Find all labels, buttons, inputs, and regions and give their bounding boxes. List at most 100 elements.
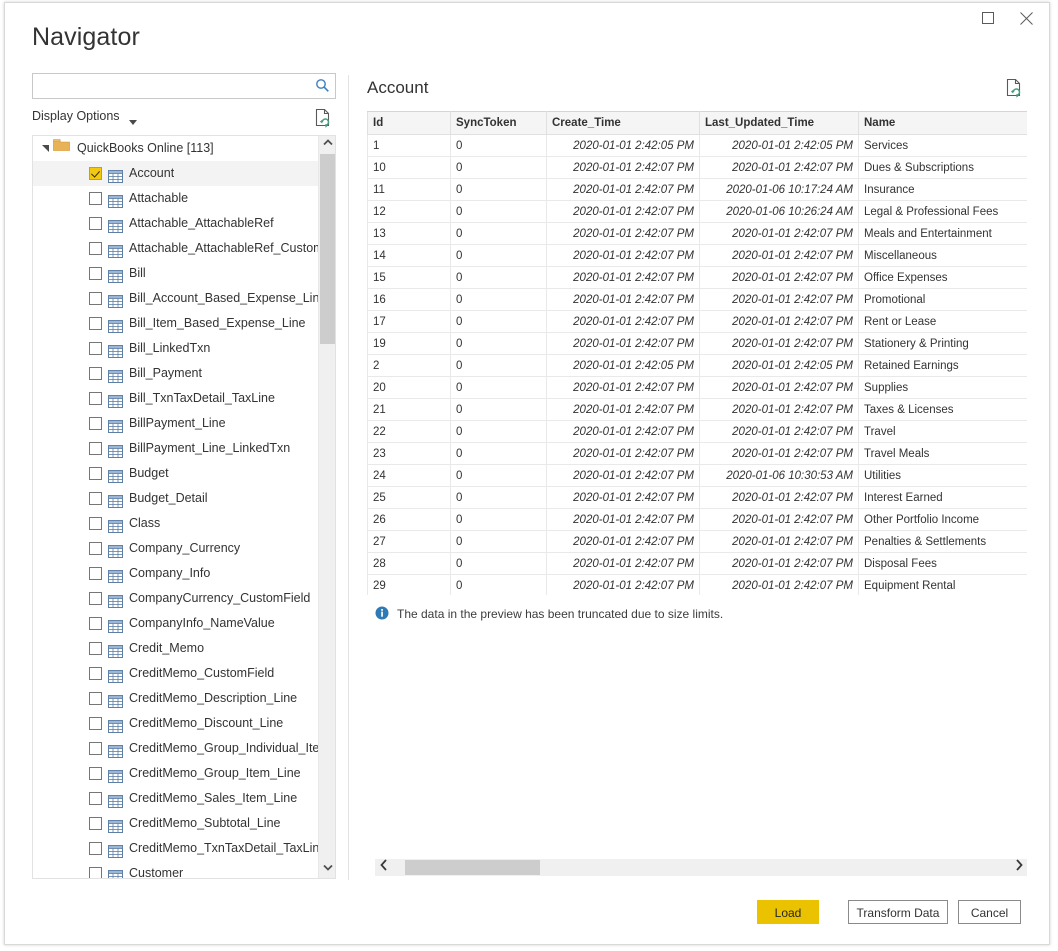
tree-item-checkbox[interactable] <box>89 317 102 330</box>
table-row[interactable]: 2902020-01-01 2:42:07 PM2020-01-01 2:42:… <box>368 575 1028 596</box>
tree-item-creditmemo-group-individual-item-li[interactable]: CreditMemo_Group_Individual_Item_Li... <box>33 736 335 761</box>
tree-item-checkbox[interactable] <box>89 842 102 855</box>
tree-item-account[interactable]: Account <box>33 161 335 186</box>
search-box[interactable] <box>32 73 336 99</box>
display-options-button[interactable]: Display Options <box>32 109 120 123</box>
tree-item-checkbox[interactable] <box>89 667 102 680</box>
tree-root-row[interactable]: QuickBooks Online [113] <box>33 136 335 161</box>
search-input[interactable] <box>37 76 313 98</box>
tree-item-creditmemo-discount-line[interactable]: CreditMemo_Discount_Line <box>33 711 335 736</box>
table-row[interactable]: 2402020-01-01 2:42:07 PM2020-01-06 10:30… <box>368 465 1028 487</box>
tree-item-checkbox[interactable] <box>89 242 102 255</box>
tree-item-credit-memo[interactable]: Credit_Memo <box>33 636 335 661</box>
tree-item-checkbox[interactable] <box>89 517 102 530</box>
table-row[interactable]: 1002020-01-01 2:42:07 PM2020-01-01 2:42:… <box>368 157 1028 179</box>
table-row[interactable]: 1902020-01-01 2:42:07 PM2020-01-01 2:42:… <box>368 333 1028 355</box>
column-header-create_time[interactable]: Create_Time <box>547 112 700 135</box>
column-header-name[interactable]: Name <box>859 112 1028 135</box>
tree-scrollbar-thumb[interactable] <box>320 154 335 344</box>
tree-item-attachable[interactable]: Attachable <box>33 186 335 211</box>
tree-item-creditmemo-txntaxdetail-taxline[interactable]: CreditMemo_TxnTaxDetail_TaxLine <box>33 836 335 861</box>
tree-item-checkbox[interactable] <box>89 392 102 405</box>
tree-item-company-info[interactable]: Company_Info <box>33 561 335 586</box>
tree-item-checkbox[interactable] <box>89 592 102 605</box>
tree-item-checkbox[interactable] <box>89 417 102 430</box>
tree-item-checkbox[interactable] <box>89 442 102 455</box>
tree-item-bill-item-based-expense-line[interactable]: Bill_Item_Based_Expense_Line <box>33 311 335 336</box>
tree-item-bill-linkedtxn[interactable]: Bill_LinkedTxn <box>33 336 335 361</box>
search-icon[interactable] <box>315 78 330 96</box>
tree-item-checkbox[interactable] <box>89 642 102 655</box>
tree-item-creditmemo-description-line[interactable]: CreditMemo_Description_Line <box>33 686 335 711</box>
tree-item-checkbox[interactable] <box>89 692 102 705</box>
table-row[interactable]: 2702020-01-01 2:42:07 PM2020-01-01 2:42:… <box>368 531 1028 553</box>
load-button[interactable]: Load <box>757 900 819 924</box>
refresh-page-icon[interactable] <box>314 108 332 131</box>
table-row[interactable]: 1502020-01-01 2:42:07 PM2020-01-01 2:42:… <box>368 267 1028 289</box>
tree-item-checkbox[interactable] <box>89 617 102 630</box>
tree-item-bill-account-based-expense-line[interactable]: Bill_Account_Based_Expense_Line <box>33 286 335 311</box>
table-row[interactable]: 2602020-01-01 2:42:07 PM2020-01-01 2:42:… <box>368 509 1028 531</box>
scroll-down-icon[interactable] <box>319 861 336 878</box>
table-row[interactable]: 1402020-01-01 2:42:07 PM2020-01-01 2:42:… <box>368 245 1028 267</box>
tree-item-budget[interactable]: Budget <box>33 461 335 486</box>
close-button[interactable] <box>1009 5 1043 31</box>
tree-item-class[interactable]: Class <box>33 511 335 536</box>
refresh-page-icon[interactable] <box>1005 78 1023 101</box>
tree-item-creditmemo-group-item-line[interactable]: CreditMemo_Group_Item_Line <box>33 761 335 786</box>
table-row[interactable]: 1202020-01-01 2:42:07 PM2020-01-06 10:26… <box>368 201 1028 223</box>
maximize-button[interactable] <box>971 5 1005 31</box>
tree-item-billpayment-line[interactable]: BillPayment_Line <box>33 411 335 436</box>
table-row[interactable]: 2302020-01-01 2:42:07 PM2020-01-01 2:42:… <box>368 443 1028 465</box>
tree-item-checkbox[interactable] <box>89 867 102 879</box>
table-row[interactable]: 2802020-01-01 2:42:07 PM2020-01-01 2:42:… <box>368 553 1028 575</box>
object-tree[interactable]: QuickBooks Online [113]AccountAttachable… <box>32 135 336 879</box>
scroll-up-icon[interactable] <box>319 136 336 153</box>
tree-item-checkbox[interactable] <box>89 542 102 555</box>
tree-item-checkbox[interactable] <box>89 817 102 830</box>
tree-item-company-currency[interactable]: Company_Currency <box>33 536 335 561</box>
tree-item-checkbox[interactable] <box>89 742 102 755</box>
table-row[interactable]: 202020-01-01 2:42:05 PM2020-01-01 2:42:0… <box>368 355 1028 377</box>
table-row[interactable]: 1102020-01-01 2:42:07 PM2020-01-06 10:17… <box>368 179 1028 201</box>
table-row[interactable]: 1302020-01-01 2:42:07 PM2020-01-01 2:42:… <box>368 223 1028 245</box>
table-row[interactable]: 2002020-01-01 2:42:07 PM2020-01-01 2:42:… <box>368 377 1028 399</box>
table-row[interactable]: 2502020-01-01 2:42:07 PM2020-01-01 2:42:… <box>368 487 1028 509</box>
chevron-down-icon[interactable] <box>129 114 137 128</box>
column-header-synctoken[interactable]: SyncToken <box>451 112 547 135</box>
tree-vertical-scrollbar[interactable] <box>318 136 335 878</box>
tree-item-budget-detail[interactable]: Budget_Detail <box>33 486 335 511</box>
scroll-right-icon[interactable] <box>1010 859 1027 876</box>
tree-item-attachable-attachableref-customfield[interactable]: Attachable_AttachableRef_CustomField <box>33 236 335 261</box>
tree-item-bill-payment[interactable]: Bill_Payment <box>33 361 335 386</box>
preview-horizontal-scrollbar[interactable] <box>375 859 1027 876</box>
tree-item-checkbox[interactable] <box>89 717 102 730</box>
table-row[interactable]: 1602020-01-01 2:42:07 PM2020-01-01 2:42:… <box>368 289 1028 311</box>
tree-item-attachable-attachableref[interactable]: Attachable_AttachableRef <box>33 211 335 236</box>
tree-item-creditmemo-sales-item-line[interactable]: CreditMemo_Sales_Item_Line <box>33 786 335 811</box>
tree-item-billpayment-line-linkedtxn[interactable]: BillPayment_Line_LinkedTxn <box>33 436 335 461</box>
cancel-button[interactable]: Cancel <box>958 900 1021 924</box>
tree-item-checkbox[interactable] <box>89 467 102 480</box>
table-row[interactable]: 2202020-01-01 2:42:07 PM2020-01-01 2:42:… <box>368 421 1028 443</box>
tree-item-checkbox[interactable] <box>89 342 102 355</box>
tree-item-checkbox[interactable] <box>89 567 102 580</box>
scroll-left-icon[interactable] <box>375 859 392 876</box>
tree-item-companycurrency-customfield[interactable]: CompanyCurrency_CustomField <box>33 586 335 611</box>
tree-item-customer[interactable]: Customer <box>33 861 335 879</box>
table-row[interactable]: 102020-01-01 2:42:05 PM2020-01-01 2:42:0… <box>368 135 1028 157</box>
column-header-last_updated_time[interactable]: Last_Updated_Time <box>700 112 859 135</box>
tree-item-checkbox[interactable] <box>89 292 102 305</box>
tree-item-checkbox[interactable] <box>89 767 102 780</box>
table-row[interactable]: 1702020-01-01 2:42:07 PM2020-01-01 2:42:… <box>368 311 1028 333</box>
transform-data-button[interactable]: Transform Data <box>848 900 948 924</box>
tree-item-checkbox[interactable] <box>89 167 102 180</box>
tree-item-checkbox[interactable] <box>89 192 102 205</box>
column-header-id[interactable]: Id <box>368 112 451 135</box>
tree-item-bill[interactable]: Bill <box>33 261 335 286</box>
tree-item-checkbox[interactable] <box>89 367 102 380</box>
tree-item-checkbox[interactable] <box>89 792 102 805</box>
preview-data-grid[interactable]: IdSyncTokenCreate_TimeLast_Updated_TimeN… <box>367 111 1027 595</box>
tree-item-creditmemo-customfield[interactable]: CreditMemo_CustomField <box>33 661 335 686</box>
tree-item-companyinfo-namevalue[interactable]: CompanyInfo_NameValue <box>33 611 335 636</box>
